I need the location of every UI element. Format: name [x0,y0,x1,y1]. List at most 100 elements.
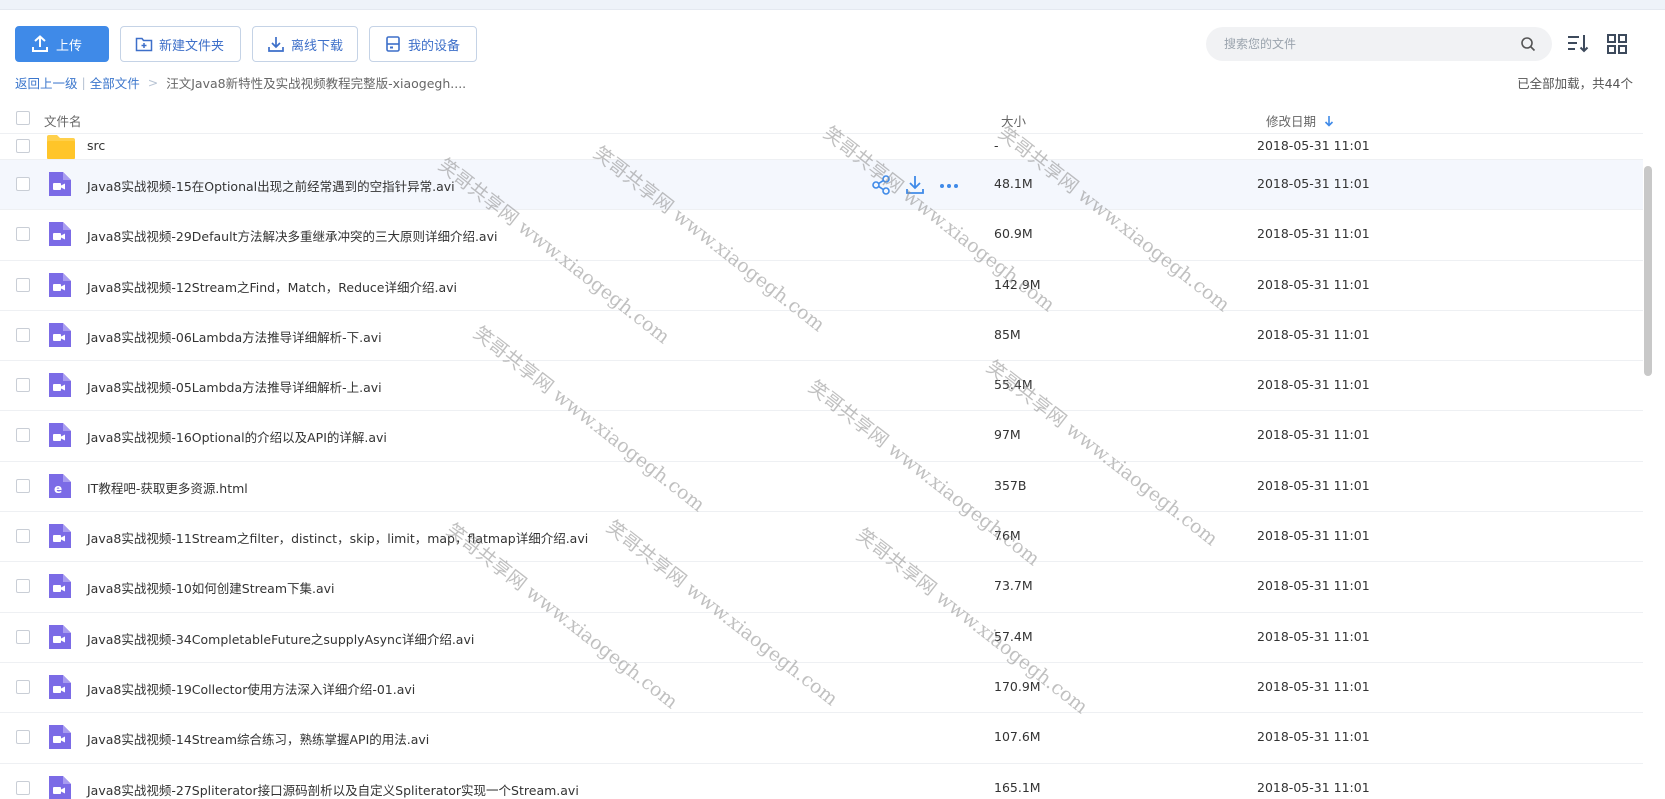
video-file-icon [46,221,72,247]
offline-download-button[interactable]: 离线下载 [252,26,358,62]
search-icon[interactable] [1520,36,1536,52]
table-row[interactable]: e IT教程吧-获取更多资源.html 357B 2018-05-31 11:01 [0,462,1643,513]
new-folder-icon [135,37,153,52]
file-name[interactable]: IT教程吧-获取更多资源.html [87,478,248,497]
file-size: 55.4M [994,377,1033,393]
row-checkbox[interactable] [16,327,30,342]
file-name[interactable]: Java8实战视频-27Spliterator接口源码剖析以及自定义Splite… [87,780,579,799]
file-name[interactable]: Java8实战视频-16Optional的介绍以及API的详解.avi [87,427,387,446]
header-filename[interactable]: 文件名 [44,111,82,130]
table-row[interactable]: Java8实战视频-12Stream之Find，Match，Reduce详细介绍… [0,261,1643,311]
file-date: 2018-05-31 11:01 [1257,377,1370,393]
row-checkbox[interactable] [16,177,30,191]
table-row[interactable]: Java8实战视频-10如何创建Stream下集.avi 73.7M 2018-05… [0,562,1643,613]
file-date: 2018-05-31 11:01 [1257,477,1370,493]
row-checkbox[interactable] [16,378,30,393]
table-row[interactable]: Java8实战视频-16Optional的介绍以及API的详解.avi 97M 20… [0,411,1643,462]
file-size: 107.6M [994,729,1041,745]
share-icon[interactable] [870,174,892,196]
video-file-icon [46,272,72,298]
file-name[interactable]: Java8实战视频-19Collector使用方法深入详细介绍-01.avi [87,679,415,698]
file-name[interactable]: Java8实战视频-14Stream综合练习，熟练掌握API的用法.avi [87,729,429,748]
file-date: 2018-05-31 11:01 [1257,226,1370,242]
search-box [1206,27,1552,61]
breadcrumb: 返回上一级 | 全部文件 > 汪文Java8新特性及实战视频教程完整版-xiao… [15,73,466,92]
load-status: 已全部加载，共44个 [1517,76,1633,91]
file-size: 48.1M [994,176,1033,191]
upload-button[interactable]: 上传 [15,26,109,62]
search-input[interactable] [1222,36,1520,52]
video-file-icon [46,624,72,650]
breadcrumb-arrow: > [147,75,159,90]
table-row[interactable]: Java8实战视频-19Collector使用方法深入详细介绍-01.avi 17… [0,663,1643,714]
video-file-icon [46,775,72,799]
file-date: 2018-05-31 11:01 [1257,276,1370,292]
file-size: 76M [994,528,1021,544]
sort-icon[interactable] [1566,32,1590,56]
table-row[interactable]: Java8实战视频-29Default方法解决多重继承冲突的三大原则详细介绍.a… [0,210,1643,261]
file-list: src -2018-05-31 11:01 Java8实战视频-15在Optiona… [0,134,1643,799]
table-row[interactable]: Java8实战视频-14Stream综合练习，熟练掌握API的用法.avi 107… [0,713,1643,764]
table-row[interactable]: Java8实战视频-05Lambda方法推导详细解析-上.avi 55.4M 201… [0,361,1643,412]
row-checkbox[interactable] [16,428,30,443]
row-checkbox[interactable] [16,730,30,745]
table-row[interactable]: Java8实战视频-34CompletableFuture之supplyAsyn… [0,613,1643,663]
new-folder-button[interactable]: 新建文件夹 [120,26,241,62]
back-link[interactable]: 返回上一级 [15,73,78,92]
row-checkbox[interactable] [16,529,30,544]
file-name[interactable]: Java8实战视频-05Lambda方法推导详细解析-上.avi [87,377,382,396]
device-icon [386,36,400,52]
table-row[interactable]: Java8实战视频-27Spliterator接口源码剖析以及自定义Splite… [0,764,1643,799]
file-name[interactable]: Java8实战视频-06Lambda方法推导详细解析-下.avi [87,327,382,346]
file-name[interactable]: Java8实战视频-12Stream之Find，Match，Reduce详细介绍… [87,277,457,296]
file-date: 2018-05-31 11:01 [1257,678,1370,694]
file-size: 73.7M [994,578,1033,594]
file-name[interactable]: Java8实战视频-11Stream之filter，distinct，skip，… [87,528,588,547]
offline-download-label: 离线下载 [291,38,344,54]
row-checkbox[interactable] [16,579,30,594]
svg-text:e: e [54,482,62,496]
download-icon [268,37,284,52]
video-file-icon [46,573,72,599]
file-date: 2018-05-31 11:01 [1257,528,1370,544]
current-folder-name: 汪文Java8新特性及实战视频教程完整版-xiaogegh.... [166,76,467,91]
row-checkbox[interactable] [16,478,30,493]
select-all-checkbox[interactable] [16,111,30,125]
file-size: 57.4M [994,628,1033,644]
file-date: 2018-05-31 11:01 [1257,176,1370,191]
scrollbar-thumb[interactable] [1644,166,1652,376]
file-name[interactable]: src [87,138,105,153]
all-files-link[interactable]: 全部文件 [90,73,140,92]
file-name[interactable]: Java8实战视频-34CompletableFuture之supplyAsyn… [87,629,474,648]
breadcrumb-divider: | [81,75,86,90]
row-checkbox[interactable] [16,679,30,694]
new-folder-label: 新建文件夹 [159,38,225,54]
file-name[interactable]: Java8实战视频-15在Optional出现之前经常遇到的空指针异常.avi [87,176,455,195]
more-icon[interactable] [938,174,960,196]
grid-view-icon[interactable] [1605,32,1629,56]
file-date: 2018-05-31 11:01 [1257,578,1370,594]
video-file-icon [46,171,72,197]
table-row[interactable]: Java8实战视频-06Lambda方法推导详细解析-下.avi 85M 2018-… [0,311,1643,362]
video-file-icon [46,674,72,700]
file-name[interactable]: Java8实战视频-29Default方法解决多重继承冲突的三大原则详细介绍.a… [87,226,497,245]
table-row[interactable]: Java8实战视频-11Stream之filter，distinct，skip，… [0,512,1643,563]
table-row[interactable]: src - 2018-05-31 11:01 [0,134,1643,160]
row-checkbox[interactable] [16,139,30,153]
row-checkbox[interactable] [16,780,30,795]
file-name[interactable]: Java8实战视频-10如何创建Stream下集.avi [87,578,335,597]
row-checkbox[interactable] [16,629,30,644]
my-devices-button[interactable]: 我的设备 [369,26,477,62]
table-row[interactable]: Java8实战视频-15在Optional出现之前经常遇到的空指针异常.avi 4… [0,160,1643,211]
file-manager-panel: 上传 新建文件夹 离线下载 我的设备 返回上一级 | 全部文件 > 汪文Java… [0,9,1665,799]
row-checkbox[interactable] [16,277,30,292]
header-date[interactable]: 修改日期 [1266,111,1334,130]
video-file-icon [46,422,72,448]
header-date-label: 修改日期 [1266,114,1317,129]
file-size: 357B [994,477,1027,493]
download-icon[interactable] [904,174,926,196]
sort-down-icon [1324,116,1334,127]
file-date: 2018-05-31 11:01 [1257,326,1370,342]
header-size[interactable]: 大小 [1001,111,1026,130]
row-checkbox[interactable] [16,227,30,242]
